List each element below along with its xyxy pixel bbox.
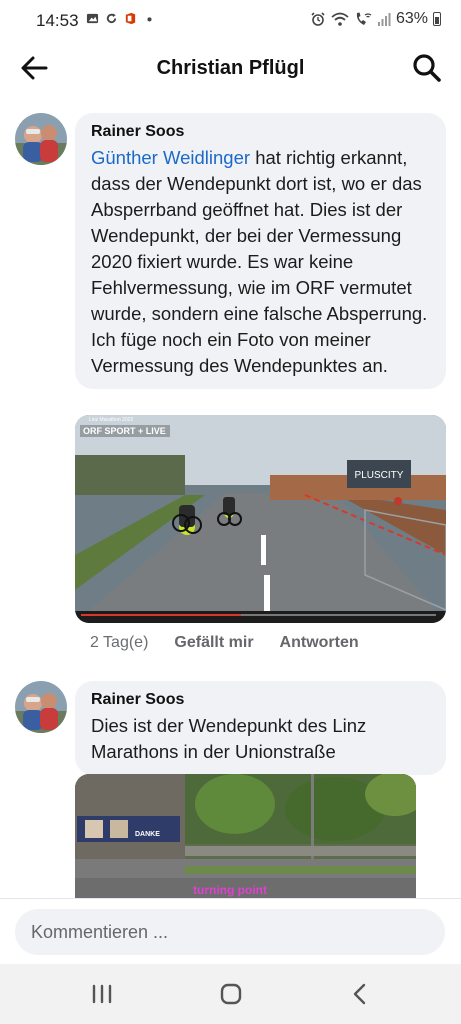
comment-time: 2 Tag(e) — [90, 634, 149, 651]
wifi-icon — [331, 12, 349, 26]
comment-author[interactable]: Rainer Soos — [91, 123, 430, 141]
reply-button[interactable]: Antworten — [280, 634, 359, 652]
nav-back-icon — [353, 983, 366, 1005]
comment: Rainer Soos Dies ist der Wendepunkt des … — [0, 678, 461, 898]
billboard-text: DANKE — [135, 831, 160, 838]
comment-photo[interactable]: PLUSCITY ORF SPORT + LIVE Linz Marathon … — [75, 415, 446, 623]
search-icon — [413, 54, 441, 82]
billboard-text: PLUSCITY — [355, 470, 404, 481]
sync-icon — [106, 13, 117, 24]
app-header: Christian Pflügl — [0, 40, 461, 96]
overlay-channel: ORF SPORT + LIVE — [83, 426, 166, 436]
comment-actions: 2 Tag(e) Gefällt mir Antworten — [90, 634, 359, 652]
race-photo: PLUSCITY ORF SPORT + LIVE Linz Marathon … — [75, 415, 446, 623]
home-button[interactable] — [211, 978, 251, 1010]
photo-caption: turning point — [193, 883, 267, 897]
recent-apps-button[interactable] — [82, 978, 122, 1010]
page-title: Christian Pflügl — [156, 57, 305, 79]
comment-bubble: Rainer Soos Günther Weidlinger hat richt… — [75, 113, 446, 389]
battery-icon — [433, 12, 441, 26]
nav-back-button[interactable] — [341, 978, 381, 1010]
dot-icon — [147, 17, 152, 22]
comment-body: hat richtig erkannt, dass der Wendepunkt… — [91, 147, 428, 376]
comment-photo[interactable]: DANKE turning point — [75, 774, 416, 898]
system-nav-bar — [0, 964, 461, 1024]
overlay-title: Linz Marathon 2022 — [89, 417, 133, 423]
alarm-icon — [311, 12, 325, 26]
comment-author[interactable]: Rainer Soos — [91, 691, 430, 709]
home-icon — [220, 983, 242, 1005]
battery-percent: 63% — [395, 10, 428, 27]
avatar[interactable] — [15, 681, 67, 733]
status-time: 14:53 — [36, 11, 79, 30]
comment-bubble: Rainer Soos Dies ist der Wendepunkt des … — [75, 681, 446, 775]
comment-text: Günther Weidlinger hat richtig erkannt, … — [91, 145, 430, 379]
wifi-call-icon — [356, 12, 372, 25]
status-notification-icons — [86, 12, 156, 25]
search-button[interactable] — [411, 52, 443, 84]
street-photo: DANKE turning point — [75, 774, 416, 898]
like-button[interactable]: Gefällt mir — [174, 634, 253, 652]
avatar[interactable] — [15, 113, 67, 165]
comment-text: Dies ist der Wendepunkt des Linz Maratho… — [91, 715, 367, 762]
mention-link[interactable]: Günther Weidlinger — [91, 147, 250, 168]
recent-apps-icon — [92, 984, 112, 1004]
signal-icon — [377, 13, 391, 26]
status-right: 63% — [310, 10, 441, 28]
comment: Rainer Soos Günther Weidlinger hat richt… — [0, 110, 461, 670]
office-icon — [125, 12, 136, 25]
status-bar: 14:53 63% — [0, 0, 461, 40]
avatar-image — [15, 681, 67, 733]
comment-composer — [0, 898, 461, 965]
gallery-icon — [86, 13, 99, 24]
avatar-image — [15, 113, 67, 165]
comment-input[interactable] — [15, 909, 445, 955]
